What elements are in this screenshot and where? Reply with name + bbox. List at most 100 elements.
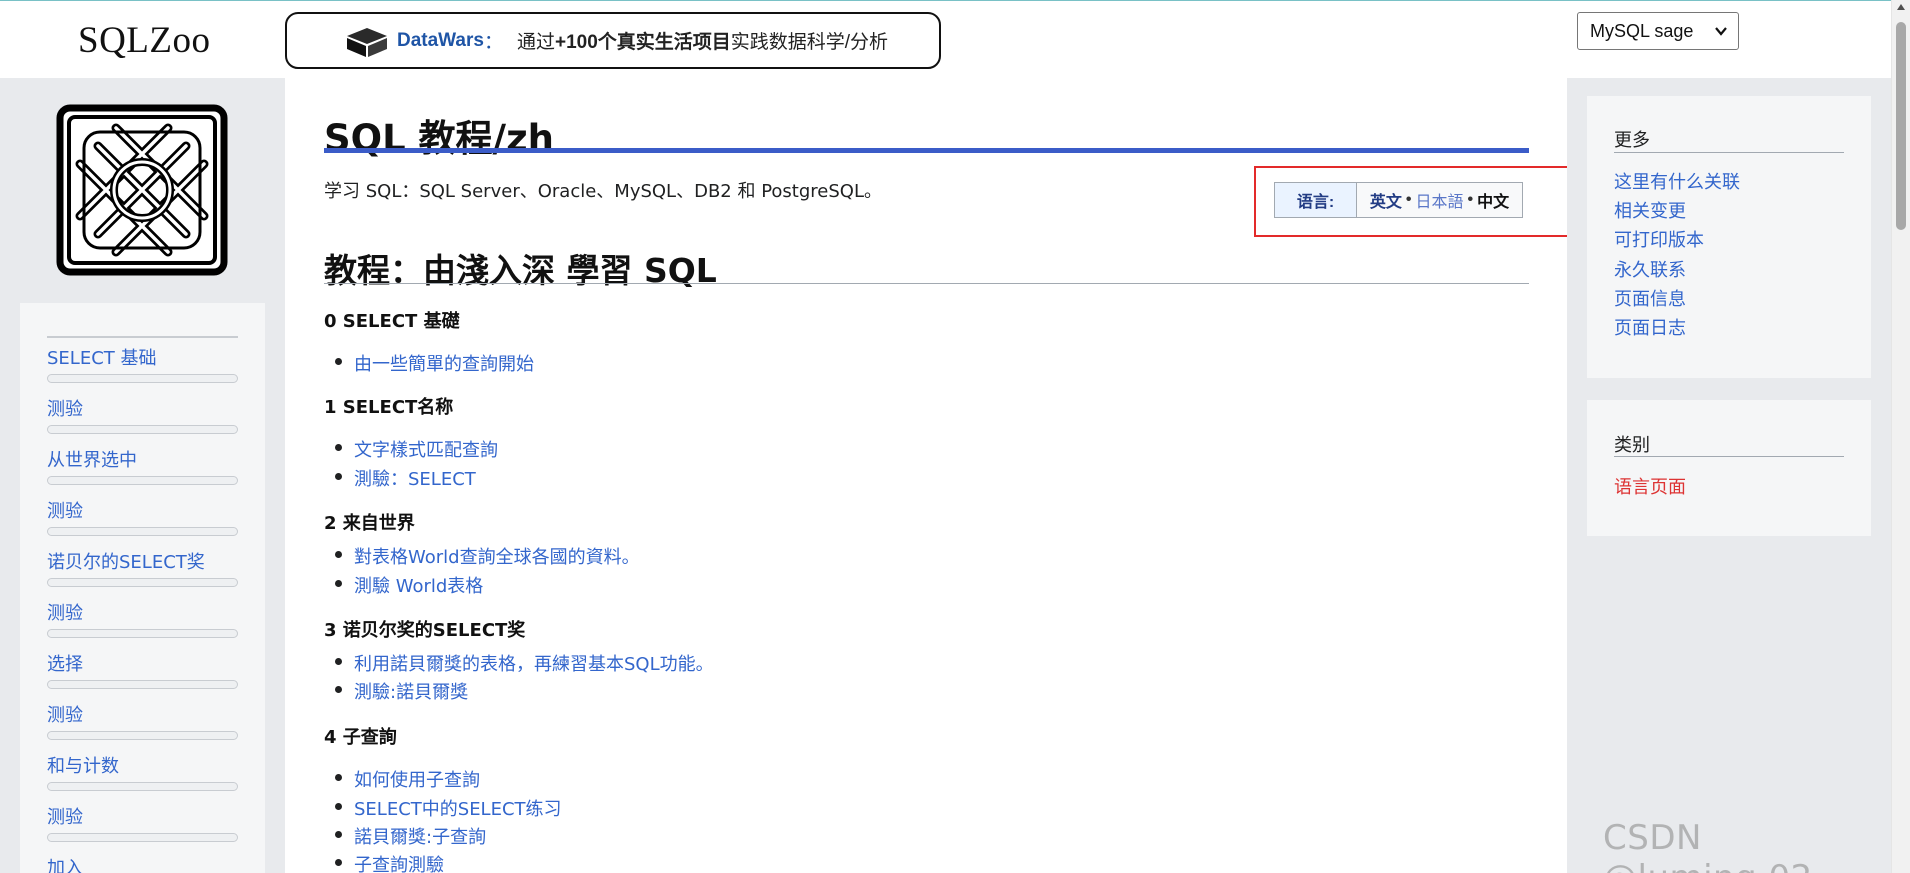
language-option-english[interactable]: 英文 (1370, 188, 1402, 212)
left-sidebar: SELECT 基础 测验 从世界选中 测验 诺贝尔的SELECT奖 测验 选择 (0, 78, 285, 873)
language-option-japanese[interactable]: 日本語 (1415, 188, 1463, 212)
topic-link[interactable]: 測驗：SELECT (335, 465, 476, 491)
bullet-icon (335, 580, 342, 587)
language-options: 英文 • 日本語 • 中文 (1357, 183, 1522, 217)
nav-item-quiz-3[interactable]: 测验 (47, 603, 238, 638)
banner-brand: DataWars (397, 29, 484, 51)
nav-item-label[interactable]: 测验 (47, 501, 238, 523)
chevron-down-icon (1715, 27, 1727, 36)
topic-link-label[interactable]: 如何使用子查詢 (354, 766, 480, 792)
topic-link[interactable]: 諾貝爾獎:子查詢 (335, 823, 486, 849)
top-header: SQLZoo DataWars ： 通过 +100个真实生活项目 实践数据科学/… (0, 0, 1891, 78)
topic-link-label[interactable]: 對表格World查詢全球各國的資料。 (354, 543, 640, 569)
bullet-icon (335, 358, 342, 365)
nav-item-join[interactable]: 加入 (47, 858, 238, 873)
language-separator: • (1467, 191, 1474, 208)
datawars-banner[interactable]: DataWars ： 通过 +100个真实生活项目 实践数据科学/分析 (285, 12, 941, 69)
nav-item-quiz-5[interactable]: 测验 (47, 807, 238, 842)
nav-item-quiz-2[interactable]: 测验 (47, 501, 238, 536)
left-nav-panel: SELECT 基础 测验 从世界选中 测验 诺贝尔的SELECT奖 测验 选择 (20, 303, 265, 873)
bullet-icon (335, 774, 342, 781)
topic-link[interactable]: 由一些簡單的查詢開始 (335, 350, 534, 376)
nav-progress-bar (47, 680, 238, 689)
nav-item-select-from-world[interactable]: 从世界选中 (47, 450, 238, 485)
nav-item-quiz-4[interactable]: 测验 (47, 705, 238, 740)
watermark: CSDN @luming.02 (1603, 818, 1812, 873)
topic-link-label[interactable]: SELECT中的SELECT练习 (354, 795, 562, 821)
link-permanent-link[interactable]: 永久联系 (1614, 256, 1686, 282)
topic-heading: 1 SELECT名称 (324, 397, 454, 418)
vertical-scrollbar[interactable] (1891, 0, 1910, 873)
nav-item-select[interactable]: 选择 (47, 654, 238, 689)
link-language-pages[interactable]: 语言页面 (1614, 473, 1686, 499)
topic-link[interactable]: SELECT中的SELECT练习 (335, 795, 562, 821)
section-heading: 教程：由淺入深 學習 SQL (324, 251, 717, 290)
topic-link[interactable]: 子查詢測驗 (335, 851, 444, 873)
database-select[interactable]: MySQL sage (1577, 12, 1739, 50)
link-page-info[interactable]: 页面信息 (1614, 285, 1686, 311)
panel-divider (1614, 152, 1844, 153)
bullet-icon (335, 444, 342, 451)
link-what-links-here[interactable]: 这里有什么关联 (1614, 168, 1740, 194)
page-title: SQL 教程/zh (324, 117, 554, 160)
topic-link-label[interactable]: 測驗 World表格 (354, 572, 483, 598)
nav-item-label[interactable]: 选择 (47, 654, 238, 676)
banner-text-b: +100个真实生活项目 (554, 32, 731, 53)
scrollbar-thumb[interactable] (1896, 22, 1906, 230)
topic-link-label[interactable]: 諾貝爾獎:子查詢 (354, 823, 486, 849)
topic-link-label[interactable]: 由一些簡單的查詢開始 (354, 350, 534, 376)
topic-link[interactable]: 測驗 World表格 (335, 572, 483, 598)
nav-item-label[interactable]: 和与计数 (47, 756, 238, 778)
topic-link[interactable]: 測驗:諾貝爾獎 (335, 678, 468, 704)
categories-panel: 类别 语言页面 (1587, 400, 1871, 536)
nav-item-label[interactable]: SELECT 基础 (47, 348, 238, 370)
topic-link-label[interactable]: 測驗:諾貝爾獎 (354, 678, 468, 704)
nav-item-label[interactable]: 诺贝尔的SELECT奖 (47, 552, 238, 574)
nav-progress-bar (47, 374, 238, 383)
topic-link[interactable]: 利用諾貝爾獎的表格，再練習基本SQL功能。 (335, 650, 714, 676)
nav-item-select-basics[interactable]: SELECT 基础 (47, 348, 238, 383)
nav-item-label[interactable]: 测验 (47, 807, 238, 829)
panel-title: 类别 (1614, 435, 1650, 456)
nav-item-label[interactable]: 测验 (47, 603, 238, 625)
topic-heading: 2 来自世界 (324, 513, 415, 534)
bullet-icon (335, 686, 342, 693)
celtic-knot-logo[interactable] (56, 104, 228, 276)
main-content: SQL 教程/zh 学习 SQL：SQL Server、Oracle、MySQL… (285, 78, 1573, 873)
link-related-changes[interactable]: 相关变更 (1614, 197, 1686, 223)
nav-progress-bar (47, 476, 238, 485)
topic-link-label[interactable]: 文字樣式匹配查詢 (354, 436, 498, 462)
nav-item-quiz-1[interactable]: 测验 (47, 399, 238, 434)
datawars-cube-icon (347, 28, 387, 57)
scroll-up-arrow-icon[interactable] (1897, 4, 1905, 10)
nav-item-label[interactable]: 从世界选中 (47, 450, 238, 472)
nav-item-label[interactable]: 加入 (47, 858, 238, 873)
topic-link-label[interactable]: 利用諾貝爾獎的表格，再練習基本SQL功能。 (354, 650, 714, 676)
nav-progress-bar (47, 731, 238, 740)
site-logo-text[interactable]: SQLZoo (78, 19, 211, 62)
topic-link[interactable]: 對表格World查詢全球各國的資料。 (335, 543, 640, 569)
topic-heading: 0 SELECT 基礎 (324, 311, 460, 332)
nav-item-sum-count[interactable]: 和与计数 (47, 756, 238, 791)
nav-item-label[interactable]: 测验 (47, 705, 238, 727)
topic-link[interactable]: 如何使用子查詢 (335, 766, 480, 792)
banner-text-c: 实践数据科学/分析 (730, 32, 889, 53)
bullet-icon (335, 859, 342, 866)
nav-item-label[interactable]: 测验 (47, 399, 238, 421)
link-printable-version[interactable]: 可打印版本 (1614, 226, 1704, 252)
link-page-log[interactable]: 页面日志 (1614, 314, 1686, 340)
nav-progress-bar (47, 782, 238, 791)
database-select-value: MySQL sage (1590, 20, 1694, 41)
topic-link-label[interactable]: 測驗：SELECT (354, 465, 476, 491)
language-switcher: 语言: 英文 • 日本語 • 中文 (1274, 182, 1523, 218)
nav-item-select-nobel[interactable]: 诺贝尔的SELECT奖 (47, 552, 238, 587)
bullet-icon (335, 551, 342, 558)
topic-link-label[interactable]: 子查詢測驗 (354, 851, 444, 873)
nav-progress-bar (47, 578, 238, 587)
more-panel: 更多 这里有什么关联 相关变更 可打印版本 永久联系 页面信息 页面日志 (1587, 96, 1871, 378)
language-label: 语言: (1275, 183, 1357, 217)
nav-progress-bar (47, 629, 238, 638)
banner-text-a: 通过 (516, 32, 555, 53)
topic-link[interactable]: 文字樣式匹配查詢 (335, 436, 498, 462)
bullet-icon (335, 473, 342, 480)
